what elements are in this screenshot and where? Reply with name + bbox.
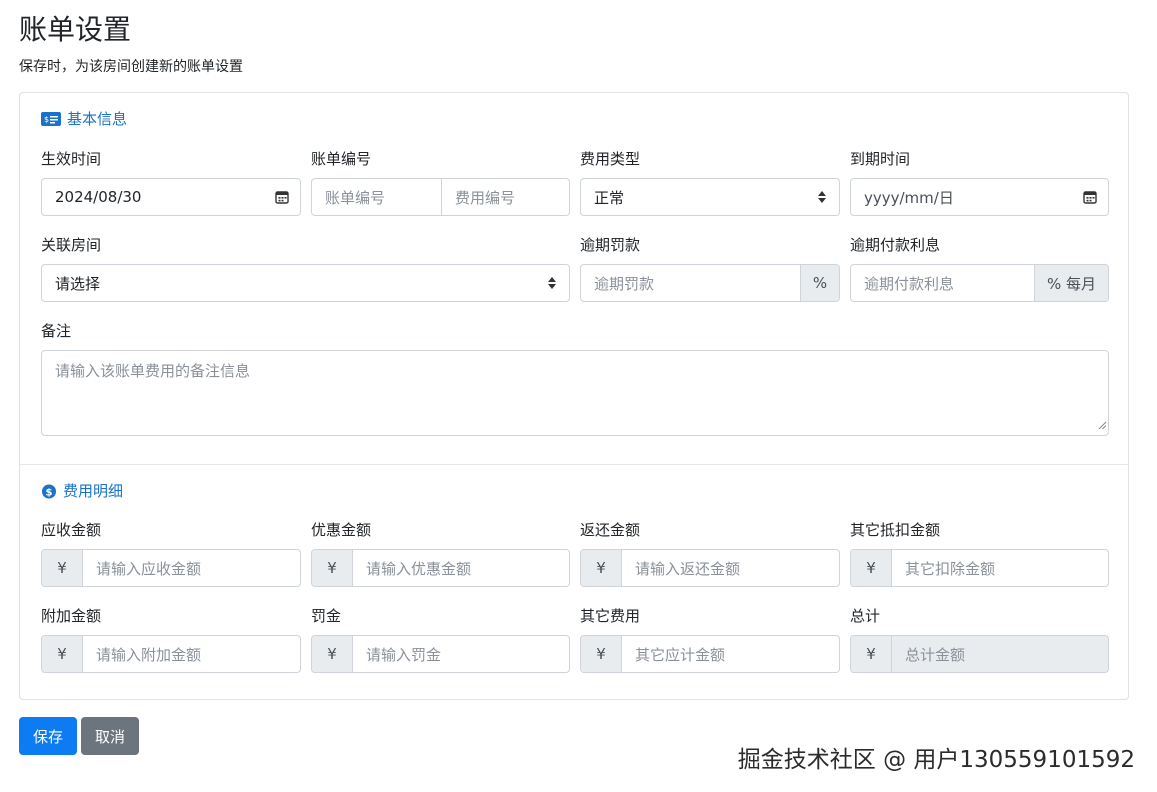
- select-arrows-icon: [805, 179, 839, 215]
- total-input: 总计金额: [892, 636, 1108, 672]
- additional-group: ¥ 请输入附加金额: [41, 635, 301, 673]
- bill-number-group: 账单编号 费用编号: [311, 178, 570, 216]
- discount-input[interactable]: 请输入优惠金额: [353, 550, 569, 586]
- bill-number-input[interactable]: 账单编号: [312, 179, 441, 215]
- discount-label: 优惠金额: [311, 521, 372, 539]
- effective-date-label: 生效时间: [41, 150, 102, 168]
- calendar-icon[interactable]: [1072, 179, 1108, 215]
- penalty-label: 罚金: [311, 607, 342, 625]
- basic-info-header: $ 基本信息: [41, 108, 127, 129]
- yuan-addon: ¥: [851, 550, 892, 586]
- other-fees-label: 其它费用: [580, 607, 641, 625]
- select-arrows-icon: [535, 265, 569, 301]
- discount-group: ¥ 请输入优惠金额: [311, 549, 570, 587]
- yuan-addon: ¥: [42, 550, 83, 586]
- remarks-label: 备注: [41, 322, 72, 340]
- late-fee-placeholder: 逾期罚款: [594, 274, 655, 293]
- svg-text:$: $: [46, 487, 53, 498]
- bill-number-placeholder: 账单编号: [325, 188, 386, 207]
- other-deduction-input[interactable]: 其它扣除金额: [892, 550, 1108, 586]
- effective-date-input[interactable]: 2024/08/30: [41, 178, 301, 216]
- other-deduction-group: ¥ 其它扣除金额: [850, 549, 1109, 587]
- fee-details-title: 费用明细: [63, 482, 124, 500]
- other-deduction-label: 其它抵扣金额: [850, 521, 941, 539]
- effective-date-value: 2024/08/30: [55, 188, 142, 206]
- total-label: 总计: [850, 607, 881, 625]
- page-title: 账单设置: [19, 13, 132, 46]
- watermark: 掘金技术社区 @ 用户130559101592: [737, 747, 1135, 773]
- penalty-group: ¥ 请输入罚金: [311, 635, 570, 673]
- due-date-label: 到期时间: [850, 150, 911, 168]
- additional-input[interactable]: 请输入附加金额: [83, 636, 300, 672]
- cancel-button[interactable]: 取消: [81, 717, 139, 755]
- late-interest-group: 逾期付款利息 % 每月: [850, 264, 1109, 302]
- yuan-addon: ¥: [312, 550, 353, 586]
- other-fees-input[interactable]: 其它应计金额: [622, 636, 839, 672]
- remarks-textarea[interactable]: 请输入该账单费用的备注信息: [41, 350, 1109, 436]
- basic-info-title: 基本信息: [67, 110, 128, 128]
- percent-addon: %: [800, 265, 839, 301]
- receivable-group: ¥ 请输入应收金额: [41, 549, 301, 587]
- yuan-addon: ¥: [581, 636, 622, 672]
- late-interest-label: 逾期付款利息: [850, 236, 941, 254]
- percent-per-month-addon: % 每月: [1034, 265, 1108, 301]
- receivable-input[interactable]: 请输入应收金额: [83, 550, 300, 586]
- late-fee-input[interactable]: 逾期罚款: [581, 265, 800, 301]
- additional-label: 附加金额: [41, 607, 102, 625]
- rebate-placeholder: 请输入返还金额: [635, 559, 741, 578]
- yuan-addon: ¥: [312, 636, 353, 672]
- additional-placeholder: 请输入附加金额: [96, 645, 202, 664]
- due-date-input[interactable]: yyyy/mm/日: [850, 178, 1109, 216]
- room-label: 关联房间: [41, 236, 102, 254]
- svg-text:$: $: [44, 115, 49, 124]
- fee-type-label: 费用类型: [580, 150, 641, 168]
- bill-number-label: 账单编号: [311, 150, 372, 168]
- yuan-addon: ¥: [581, 550, 622, 586]
- fee-number-input[interactable]: 费用编号: [441, 179, 569, 215]
- other-fees-placeholder: 其它应计金额: [635, 645, 726, 664]
- late-fee-group: 逾期罚款 %: [580, 264, 840, 302]
- yuan-addon: ¥: [42, 636, 83, 672]
- receivable-placeholder: 请输入应收金额: [96, 559, 202, 578]
- fee-type-select[interactable]: 正常: [580, 178, 840, 216]
- money-bag-icon: $: [41, 483, 57, 499]
- total-group: ¥ 总计金额: [850, 635, 1109, 673]
- room-select[interactable]: 请选择: [41, 264, 570, 302]
- rebate-group: ¥ 请输入返还金额: [580, 549, 840, 587]
- fee-type-value: 正常: [594, 188, 625, 207]
- resize-handle-icon[interactable]: [1098, 415, 1107, 433]
- fee-number-placeholder: 费用编号: [455, 188, 516, 207]
- money-card-icon: $: [41, 111, 61, 126]
- bill-settings-card: $ 基本信息 生效时间 账单编号 费用类型 到期时间 2024/08/30 账单…: [19, 92, 1129, 700]
- calendar-icon[interactable]: [264, 179, 300, 215]
- page-subtitle: 保存时，为该房间创建新的账单设置: [19, 59, 243, 75]
- penalty-placeholder: 请输入罚金: [366, 645, 442, 664]
- section-divider: [20, 464, 1128, 465]
- remarks-placeholder: 请输入该账单费用的备注信息: [55, 362, 251, 380]
- room-value: 请选择: [55, 274, 101, 293]
- due-date-placeholder: yyyy/mm/日: [864, 188, 954, 207]
- penalty-input[interactable]: 请输入罚金: [353, 636, 569, 672]
- yuan-addon: ¥: [851, 636, 892, 672]
- fee-details-header: $ 费用明细: [41, 480, 123, 501]
- save-button[interactable]: 保存: [19, 717, 77, 755]
- discount-placeholder: 请输入优惠金额: [366, 559, 472, 578]
- other-fees-group: ¥ 其它应计金额: [580, 635, 840, 673]
- other-deduction-placeholder: 其它扣除金额: [905, 559, 996, 578]
- late-interest-placeholder: 逾期付款利息: [864, 274, 955, 293]
- late-interest-input[interactable]: 逾期付款利息: [851, 265, 1034, 301]
- rebate-label: 返还金额: [580, 521, 641, 539]
- receivable-label: 应收金额: [41, 521, 102, 539]
- total-placeholder: 总计金额: [905, 645, 966, 664]
- rebate-input[interactable]: 请输入返还金额: [622, 550, 839, 586]
- late-fee-label: 逾期罚款: [580, 236, 641, 254]
